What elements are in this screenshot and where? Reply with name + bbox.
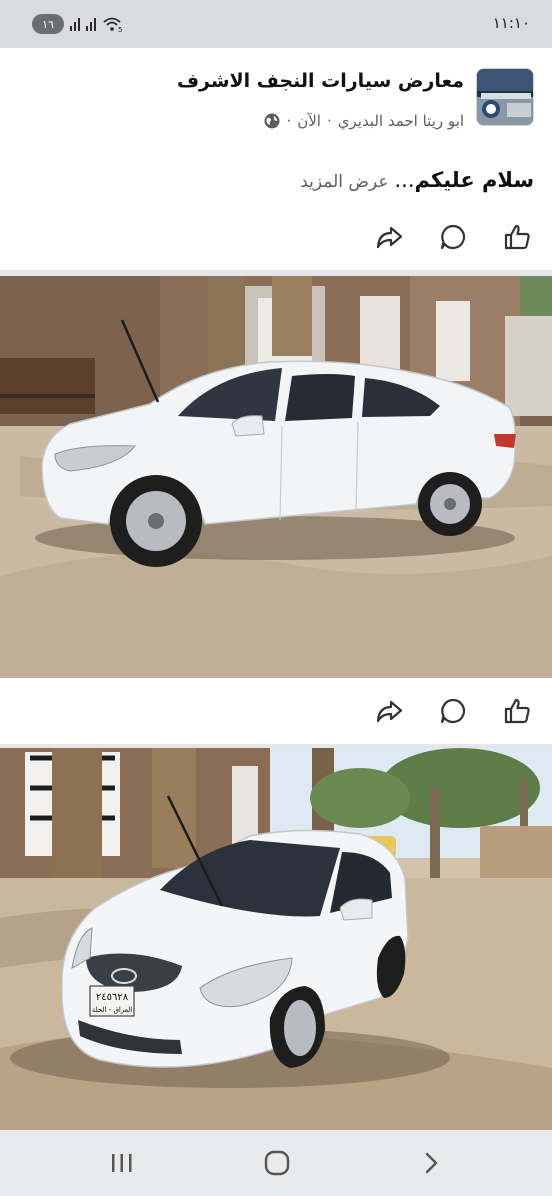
status-indicators: ١٦ 5 [32, 14, 122, 34]
post-text: سلام عليكم... عرض المزيد [300, 168, 534, 192]
meta-separator: · [326, 112, 332, 130]
signal-icon-2 [86, 17, 96, 31]
avatar-image [477, 69, 533, 125]
post-action-row [0, 678, 552, 744]
back-button[interactable] [415, 1148, 447, 1178]
battery-level: ١٦ [42, 17, 54, 31]
globe-icon [264, 113, 280, 129]
car-side-photo [0, 276, 552, 678]
home-icon [264, 1150, 290, 1176]
post-meta: ابو ريتا احمد البديري · الآن · [264, 112, 464, 130]
share-button[interactable] [372, 220, 406, 254]
comment-button-2[interactable] [436, 694, 470, 728]
post-header-card: معارض سيارات النجف الاشرف ابو ريتا احمد … [0, 48, 552, 270]
comment-icon [440, 698, 466, 724]
plate-number: ٢٤٥٦٢٨ [96, 992, 129, 1003]
post-photo-2[interactable]: ٢٤٥٦٢٨ العراق - الحلة [0, 748, 552, 1130]
like-button-2[interactable] [500, 694, 534, 728]
share-icon [376, 700, 403, 723]
share-icon [376, 226, 403, 249]
like-icon [504, 224, 530, 250]
status-time: ١١:١٠ [492, 14, 530, 32]
recents-icon [112, 1154, 132, 1172]
post-ellipsis: ... [394, 168, 415, 192]
page-avatar[interactable] [476, 68, 534, 126]
see-more-link[interactable]: عرض المزيد [300, 172, 388, 192]
system-nav-bar [0, 1130, 552, 1196]
comment-icon [440, 224, 466, 250]
meta-separator-2: · [286, 112, 292, 130]
post-photo-1[interactable] [0, 276, 552, 678]
signal-icon [70, 17, 80, 31]
wifi-label: 5 [118, 26, 122, 32]
status-bar: ١٦ 5 ١١:١٠ [0, 0, 552, 48]
recents-button[interactable] [106, 1148, 138, 1178]
wifi-icon: 5 [103, 17, 122, 32]
post-actions-2 [372, 694, 534, 728]
comment-button[interactable] [436, 220, 470, 254]
home-button[interactable] [261, 1148, 293, 1178]
share-button-2[interactable] [372, 694, 406, 728]
chevron-right-icon [425, 1152, 438, 1174]
post-author[interactable]: ابو ريتا احمد البديري [338, 112, 464, 130]
plate-region: العراق - الحلة [92, 1006, 132, 1014]
post-actions [372, 220, 534, 254]
battery-indicator: ١٦ [32, 14, 64, 34]
like-button[interactable] [500, 220, 534, 254]
like-icon [504, 698, 530, 724]
post-body: سلام عليكم [414, 168, 534, 192]
car-front-photo: ٢٤٥٦٢٨ العراق - الحلة [0, 748, 552, 1130]
post-time[interactable]: الآن [297, 112, 321, 130]
page-name[interactable]: معارض سيارات النجف الاشرف [177, 70, 464, 92]
